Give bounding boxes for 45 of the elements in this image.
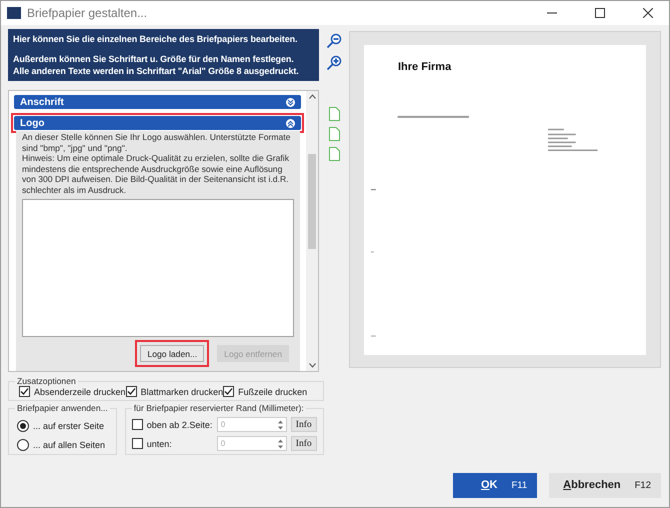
maximize-icon[interactable] [595, 8, 605, 18]
zoom-in-icon[interactable] [326, 55, 342, 71]
info-text: Alle anderen Texte werden in Schriftart "Arial" Größe 8 ausgedruckt. [13, 66, 299, 76]
section-header[interactable]: Logo [14, 116, 301, 130]
dialog-button[interactable]: OK F11 [453, 472, 538, 498]
fold-mark [370, 336, 376, 337]
checkbox[interactable] [132, 438, 143, 449]
info-button[interactable]: Info [290, 436, 317, 451]
close-icon[interactable] [643, 8, 653, 18]
dialog-button[interactable]: Abbrechen F12 [549, 472, 661, 498]
radio-label: ... auf erster Seite [33, 421, 104, 431]
fold-mark [370, 189, 376, 190]
radio-button[interactable] [17, 420, 29, 432]
window-title: Briefpapier gestalten... [27, 6, 148, 20]
group-title: Briefpapier anwenden... [16, 403, 109, 413]
info-text: Außerdem können Sie Schriftart u. Größe für den Namen festlegen. [13, 54, 294, 64]
section-header[interactable]: Anschrift [14, 95, 301, 109]
logo-description: An dieser Stelle können Sie Ihr Logo auswählen. Unterstützte Formate sind "bmp", "jpg" und "png". Hinweis: Um eine optimale Druck-Qualität zu erzielen, sollte die Grafik mindestens die entsprechende Ausdruckgröße sowie eine Auflösung von 300 DPI aufweisen. Die Bild-Qualität in der Seitenansicht ist i.d.R. schlechter als im Ausdruck. [22, 132, 292, 195]
radio-label: ... auf allen Seiten [33, 440, 106, 450]
checkbox[interactable] [223, 386, 234, 397]
collapse-icon [286, 118, 295, 128]
scroll-down-icon[interactable] [308, 363, 316, 368]
scroll-up-icon[interactable] [308, 94, 316, 99]
group-title: Zusatzoptionen [16, 376, 77, 386]
expand-icon [286, 98, 295, 106]
checkbox[interactable] [126, 386, 137, 397]
logo-button[interactable]: Logo laden... [140, 345, 204, 362]
checkbox-label: unten: [146, 438, 173, 448]
checkbox[interactable] [132, 419, 143, 430]
checkbox-label: Fußzeile drucken [238, 386, 308, 396]
group-title: für Briefpapier reservierter Rand (Millimeter): [132, 403, 305, 413]
info-button[interactable]: Info [290, 417, 317, 432]
checkbox-label: Absenderzeile drucken [34, 386, 126, 396]
checkbox-label: Blattmarken drucken [140, 386, 224, 396]
checkbox[interactable] [19, 386, 30, 397]
checkbox-label: oben ab 2.Seite: [146, 420, 213, 430]
scrollbar-thumb[interactable] [308, 154, 316, 249]
spinner-icon[interactable] [278, 438, 283, 448]
company-name: Ihre Firma [398, 61, 452, 73]
fold-mark [370, 251, 374, 252]
info-text: Hier können Sie die einzelnen Bereiche des Briefpapiers bearbeiten. [13, 34, 298, 44]
spinner-icon[interactable] [278, 420, 283, 430]
radio-button[interactable] [17, 439, 29, 451]
zoom-out-icon[interactable] [326, 33, 342, 49]
app-icon [7, 7, 21, 19]
